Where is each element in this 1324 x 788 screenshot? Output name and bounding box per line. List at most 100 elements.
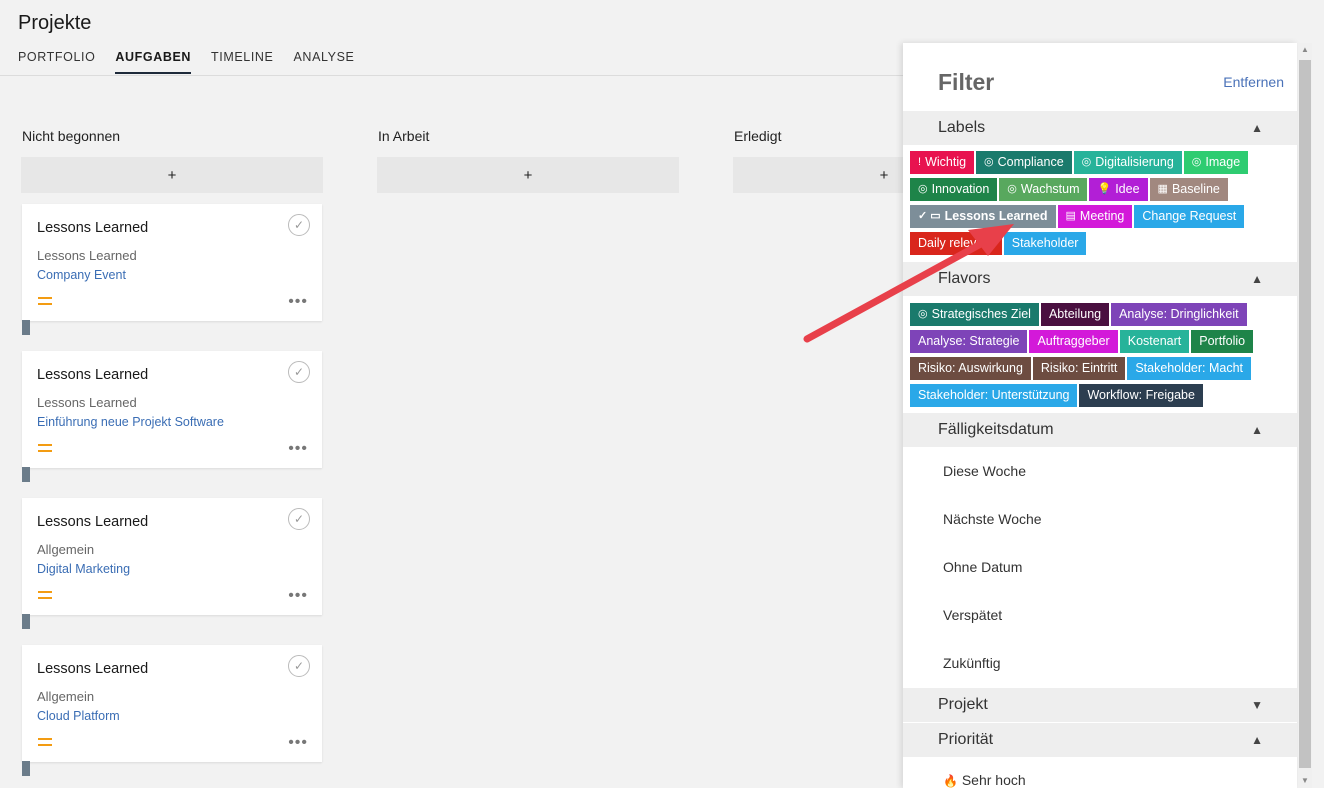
filter-chip[interactable]: Daily relevant [910, 232, 1002, 255]
card-status-strip [22, 614, 30, 629]
card-project-link[interactable]: Einführung neue Projekt Software [37, 415, 224, 429]
filter-chip[interactable]: ◎ Compliance [976, 151, 1072, 174]
filter-chip[interactable]: Kostenart [1119, 330, 1190, 353]
chevron-up-icon: ▲ [1251, 272, 1263, 286]
add-task-button[interactable]: + [21, 157, 323, 193]
target-icon: ◎ [1081, 156, 1092, 168]
more-options-icon[interactable]: ••• [288, 293, 308, 311]
filter-panel: Filter Entfernen Labels ▲ ! Wichtig ◎ Compl… [903, 43, 1297, 788]
tab-analyse[interactable]: ANALYSE [294, 50, 355, 74]
section-flavors-header[interactable]: Flavors ▲ [903, 262, 1297, 296]
section-project-header[interactable]: Projekt ▼ [903, 688, 1297, 722]
due-option-this-week[interactable]: Diese Woche [943, 463, 1026, 479]
card-project-link[interactable]: Digital Marketing [37, 562, 130, 576]
task-card[interactable]: Lessons Learned ✓ Allgemein Digital Mark… [22, 498, 322, 615]
more-options-icon[interactable]: ••• [288, 734, 308, 752]
filter-chip[interactable]: Portfolio [1191, 330, 1254, 353]
section-labels-header[interactable]: Labels ▲ [903, 111, 1297, 145]
chip-label: Change Request [1142, 209, 1237, 223]
filter-chip[interactable]: Analyse: Strategie [910, 330, 1028, 353]
chip-label: Analyse: Dringlichkeit [1119, 307, 1239, 321]
due-option-next-week[interactable]: Nächste Woche [943, 511, 1042, 527]
target-icon: ◎ [1191, 156, 1202, 168]
chip-label: Stakeholder: Macht [1135, 361, 1244, 375]
chip-label: Innovation [931, 182, 990, 196]
section-title: Fälligkeitsdatum [938, 421, 1054, 438]
complete-check-icon[interactable]: ✓ [288, 508, 310, 530]
filter-chip[interactable]: Stakeholder: Macht [1127, 357, 1252, 380]
filter-chip[interactable]: 💡 Idee [1089, 178, 1148, 201]
app-title: Projekte [18, 12, 92, 34]
task-card[interactable]: Lessons Learned ✓ Lessons Learned Compan… [22, 204, 322, 321]
filter-chip[interactable]: Change Request [1134, 205, 1245, 228]
chevron-up-icon: ▲ [1251, 121, 1263, 135]
filter-chip[interactable]: Auftraggeber [1029, 330, 1118, 353]
due-option-overdue[interactable]: Verspätet [943, 607, 1002, 623]
complete-check-icon[interactable]: ✓ [288, 655, 310, 677]
remove-filters-link[interactable]: Entfernen [1223, 74, 1284, 90]
target-icon: ◎ [918, 183, 928, 195]
more-options-icon[interactable]: ••• [288, 587, 308, 605]
filter-chip[interactable]: ◎ Image [1183, 151, 1249, 174]
card-project-link[interactable]: Cloud Platform [37, 709, 120, 723]
scrollbar-thumb[interactable] [1299, 60, 1311, 768]
task-card[interactable]: Lessons Learned ✓ Lessons Learned Einfüh… [22, 351, 322, 468]
chip-label: Kostenart [1127, 334, 1182, 348]
chip-label: Idee [1115, 182, 1140, 196]
filter-chip[interactable]: Risiko: Eintritt [1032, 357, 1126, 380]
column-in-arbeit: In Arbeit + [377, 128, 679, 193]
task-card[interactable]: Lessons Learned ✓ Allgemein Cloud Platfo… [22, 645, 322, 762]
due-option-no-date[interactable]: Ohne Datum [943, 559, 1022, 575]
chip-label: Stakeholder [1011, 236, 1079, 250]
chip-label: Auftraggeber [1037, 334, 1110, 348]
chip-label: Daily relevant [918, 236, 994, 250]
chip-label: Strategisches Ziel [931, 307, 1031, 321]
add-task-button[interactable]: + [377, 157, 679, 193]
filter-chip[interactable]: Analyse: Dringlichkeit [1111, 303, 1247, 326]
filter-chip[interactable]: ◎ Digitalisierung [1073, 151, 1182, 174]
card-subtitle: Lessons Learned [37, 248, 137, 263]
chip-label: Digitalisierung [1095, 155, 1174, 169]
filter-chip[interactable]: ◎ Strategisches Ziel [910, 303, 1039, 326]
filter-chip[interactable]: Stakeholder: Unterstützung [910, 384, 1078, 407]
column-title: Nicht begonnen [22, 128, 121, 144]
filter-chip[interactable]: Risiko: Auswirkung [910, 357, 1031, 380]
scroll-down-arrow-icon[interactable]: ▼ [1301, 776, 1309, 785]
card-subtitle: Lessons Learned [37, 395, 137, 410]
tab-portfolio[interactable]: PORTFOLIO [18, 50, 95, 74]
filter-chip[interactable]: ◎ Wachstum [999, 178, 1088, 201]
exclamation-icon: ! [918, 156, 922, 168]
labels-chip-list: ! Wichtig ◎ Compliance ◎ Digitalisierung ◎ Imag… [910, 149, 1295, 257]
more-options-icon[interactable]: ••• [288, 440, 308, 458]
filter-chip[interactable]: ▦ Baseline [1149, 178, 1228, 201]
card-status-strip [22, 467, 30, 482]
section-title: Labels [938, 119, 986, 136]
target-icon: ◎ [918, 308, 928, 320]
chip-label: Abteilung [1048, 307, 1102, 321]
filter-chip[interactable]: ✓ ▭ Lessons Learned [910, 205, 1056, 228]
tab-bar: PORTFOLIO AUFGABEN TIMELINE ANALYSE [18, 50, 374, 74]
scroll-up-arrow-icon[interactable]: ▲ [1301, 45, 1309, 54]
filter-chip[interactable]: ◎ Innovation [910, 178, 998, 201]
flavors-chip-list: ◎ Strategisches Ziel Abteilung Analyse: Dri… [910, 301, 1295, 409]
tab-aufgaben[interactable]: AUFGABEN [115, 50, 192, 74]
card-title: Lessons Learned [37, 220, 149, 236]
section-title: Projekt [938, 696, 988, 713]
filter-title: Filter [938, 69, 995, 95]
tab-timeline[interactable]: TIMELINE [211, 50, 273, 74]
priority-medium-icon [38, 738, 52, 750]
filter-chip[interactable]: ! Wichtig [910, 151, 975, 174]
due-option-future[interactable]: Zukünftig [943, 655, 1001, 671]
complete-check-icon[interactable]: ✓ [288, 361, 310, 383]
filter-chip[interactable]: Abteilung [1040, 303, 1110, 326]
card-project-link[interactable]: Company Event [37, 268, 126, 282]
section-priority-header[interactable]: Priorität ▲ [903, 723, 1297, 757]
section-due-date-header[interactable]: Fälligkeitsdatum ▲ [903, 413, 1297, 447]
priority-option-label: Sehr hoch [961, 772, 1026, 788]
filter-chip[interactable]: Stakeholder [1003, 232, 1087, 255]
priority-option-very-high[interactable]: 🔥 Sehr hoch [943, 772, 1026, 788]
filter-chip[interactable]: ▤ Meeting [1057, 205, 1133, 228]
card-subtitle: Allgemein [37, 542, 95, 557]
complete-check-icon[interactable]: ✓ [288, 214, 310, 236]
filter-chip[interactable]: Workflow: Freigabe [1079, 384, 1203, 407]
